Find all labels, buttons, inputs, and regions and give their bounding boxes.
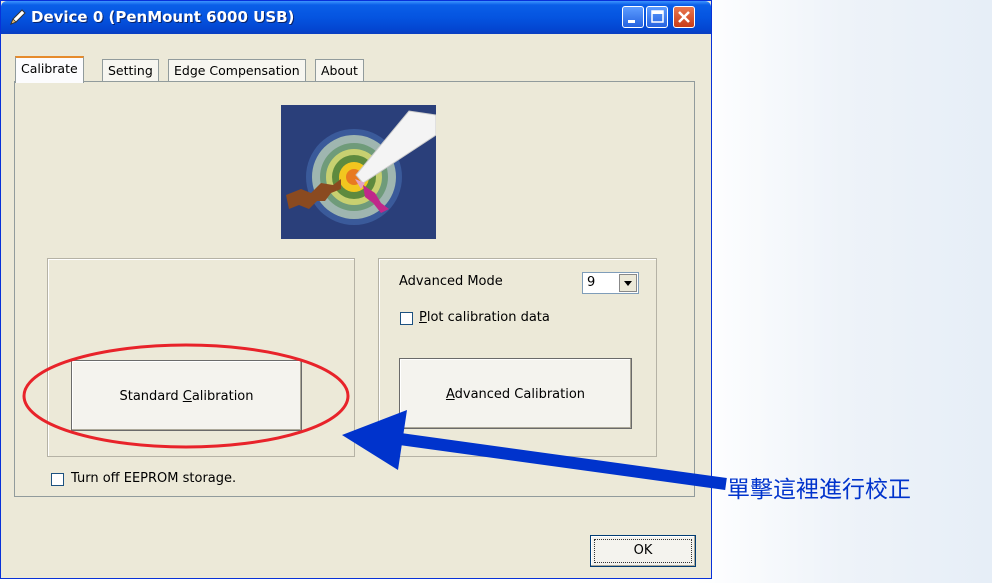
highlight-circle [22,343,350,449]
tab-label: Calibrate [21,61,78,76]
arrow-head [342,410,407,470]
annotation-text: 單擊這裡進行校正 [727,477,911,503]
tab-calibrate[interactable]: Calibrate [15,56,84,83]
arrow-shaft [399,433,727,490]
